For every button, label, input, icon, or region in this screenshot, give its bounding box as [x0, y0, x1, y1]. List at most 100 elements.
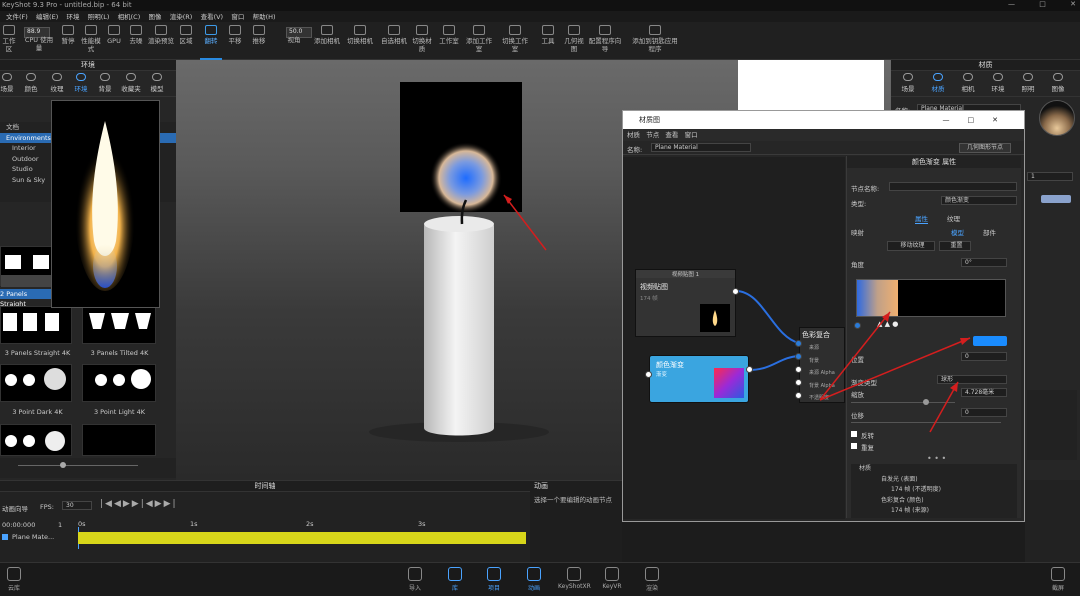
- tree-node-frames-source[interactable]: 174 帧 (来源): [851, 506, 1017, 517]
- render-preview-button[interactable]: 渲染预览: [148, 22, 174, 60]
- menu-window[interactable]: 窗口: [685, 131, 698, 139]
- video-output-port[interactable]: [732, 288, 739, 295]
- type-dropdown[interactable]: 颜色渐变: [941, 196, 1017, 205]
- tab-lighting[interactable]: 照明: [1015, 73, 1041, 93]
- fps-input[interactable]: 30: [62, 501, 92, 510]
- gpu-button[interactable]: GPU: [104, 22, 124, 60]
- geometry-view-button[interactable]: 几何视图: [562, 22, 586, 60]
- configurator-wizard-button[interactable]: 配置程序向导: [588, 22, 622, 60]
- switch-camera-button[interactable]: 切换相机: [346, 22, 374, 60]
- env-thumbnail[interactable]: [0, 424, 72, 456]
- animation-track-bar[interactable]: [78, 532, 526, 544]
- pause-button[interactable]: 暂停: [58, 22, 78, 60]
- minimize-button[interactable]: —: [1008, 0, 1015, 8]
- graph-name-input[interactable]: Plane Material: [651, 143, 751, 152]
- video-texture-node[interactable]: 视频贴图 1 视频贴图 174 帧: [635, 269, 736, 337]
- menu-window[interactable]: 窗口: [231, 13, 244, 21]
- tab-properties[interactable]: 属性: [915, 213, 928, 224]
- import-button[interactable]: 导入: [401, 565, 429, 592]
- maximize-button[interactable]: □: [1039, 0, 1046, 8]
- switch-studio-button[interactable]: 切换工作室: [500, 22, 530, 60]
- menu-file[interactable]: 文件(F): [6, 13, 28, 21]
- value-input[interactable]: 1: [1027, 172, 1073, 181]
- color-gradient-node[interactable]: 颜色渐变 渐变: [649, 355, 749, 403]
- env-thumbnail[interactable]: [82, 364, 156, 402]
- material-graph-window-controls[interactable]: —□✕: [943, 111, 1016, 129]
- add-camera-button[interactable]: 添加相机: [314, 22, 340, 60]
- menu-edit[interactable]: 编辑(E): [36, 13, 58, 21]
- env-thumbnail[interactable]: [0, 246, 53, 287]
- close-button[interactable]: ✕: [1070, 0, 1076, 8]
- tree-node-frames-opacity[interactable]: 174 帧 (不透明度): [851, 485, 1017, 496]
- render-button[interactable]: 渲染: [638, 565, 666, 592]
- geometry-node-button[interactable]: 几何图形节点: [959, 143, 1011, 153]
- menu-help[interactable]: 帮助(H): [253, 13, 276, 21]
- more-dots[interactable]: • • •: [927, 454, 946, 463]
- menu-camera[interactable]: 相机(C): [118, 13, 141, 21]
- studio-button[interactable]: 工作室: [436, 22, 462, 60]
- custom-camera-button[interactable]: 自选相机: [380, 22, 408, 60]
- move-texture-button[interactable]: 移动纹理: [887, 241, 935, 251]
- perspective-button[interactable]: 视角: [282, 36, 306, 60]
- tab-camera[interactable]: 相机: [955, 73, 981, 93]
- env-thumbnail[interactable]: [82, 306, 156, 344]
- performance-mode-button[interactable]: 性能模式: [80, 22, 102, 60]
- tree-node-material[interactable]: 材质: [851, 464, 1017, 475]
- menu-view[interactable]: 查看(V): [201, 13, 224, 21]
- library-button[interactable]: 库: [441, 565, 469, 592]
- tab-environments[interactable]: 环境: [68, 73, 94, 93]
- track-checkbox[interactable]: [2, 534, 8, 540]
- menu-lighting[interactable]: 照明(L): [88, 13, 110, 21]
- dolly-button[interactable]: 推移: [248, 22, 270, 60]
- animation-wizard-button[interactable]: 动画向导: [2, 503, 28, 513]
- tab-colors[interactable]: 颜色: [18, 73, 44, 93]
- animation-button[interactable]: 动画: [520, 565, 548, 592]
- tumble-button[interactable]: 翻转: [200, 22, 222, 60]
- tab-scene[interactable]: 场景: [0, 73, 20, 93]
- reset-button[interactable]: 重置: [939, 241, 971, 251]
- pan-button[interactable]: 平移: [224, 22, 246, 60]
- env-thumbnail[interactable]: [82, 424, 156, 456]
- tools-button[interactable]: 工具: [538, 22, 558, 60]
- tree-node-composite[interactable]: 色彩复合 (颜色): [851, 496, 1017, 507]
- menu-environment[interactable]: 环境: [66, 13, 79, 21]
- region-button[interactable]: 区域: [176, 22, 196, 60]
- project-button[interactable]: 项目: [480, 565, 508, 592]
- tree-node-emissive[interactable]: 自发光 (表面): [851, 475, 1017, 486]
- gradient-output-port[interactable]: [746, 366, 753, 373]
- mapping-option-model[interactable]: 模型: [951, 227, 964, 237]
- angle-input[interactable]: 0°: [961, 258, 1007, 267]
- tab-backplates[interactable]: 背景: [92, 73, 118, 93]
- workspace-button[interactable]: 工作区: [0, 22, 18, 60]
- add-studio-button[interactable]: 添加工作室: [464, 22, 494, 60]
- keyvr-button[interactable]: KeyVR: [598, 565, 626, 590]
- menu-image[interactable]: 图像: [149, 13, 162, 21]
- playback-controls[interactable]: |◀◀▶▶|◀▶▶|: [100, 499, 178, 509]
- thumbnail-size-slider[interactable]: [18, 465, 138, 466]
- slider-handle[interactable]: [60, 462, 66, 468]
- menu-view[interactable]: 查看: [665, 131, 678, 139]
- tab-models[interactable]: 模型: [144, 73, 170, 93]
- node-name-input[interactable]: [889, 182, 1017, 191]
- cloud-library-button[interactable]: 云库: [0, 565, 28, 592]
- denoise-button[interactable]: 去噪: [126, 22, 146, 60]
- tab-image[interactable]: 图像: [1045, 73, 1071, 93]
- menu-node[interactable]: 节点: [646, 131, 659, 139]
- switch-material-button[interactable]: 切换材质: [410, 22, 434, 60]
- tab-favorites[interactable]: 收藏夹: [118, 73, 144, 93]
- tab-textures[interactable]: 纹理: [44, 73, 70, 93]
- cpu-usage-button[interactable]: CPU 使用量: [22, 36, 56, 60]
- color-swatch[interactable]: [1041, 195, 1071, 203]
- gradient-input-port[interactable]: [645, 371, 652, 378]
- env-thumbnail[interactable]: [0, 364, 72, 402]
- env-thumbnail[interactable]: [0, 306, 72, 344]
- tab-scene[interactable]: 场景: [895, 73, 921, 93]
- mapping-option-part[interactable]: 部件: [983, 227, 996, 237]
- menu-material[interactable]: 材质: [627, 131, 640, 139]
- screenshot-button[interactable]: 截屏: [1044, 565, 1072, 592]
- tab-material[interactable]: 材质: [925, 73, 951, 93]
- tab-environment[interactable]: 环境: [985, 73, 1011, 93]
- add-to-keyshot-app-button[interactable]: 添加到钥匙应用程序: [630, 22, 680, 60]
- tab-texture[interactable]: 纹理: [947, 213, 960, 223]
- menu-render[interactable]: 渲染(R): [170, 13, 193, 21]
